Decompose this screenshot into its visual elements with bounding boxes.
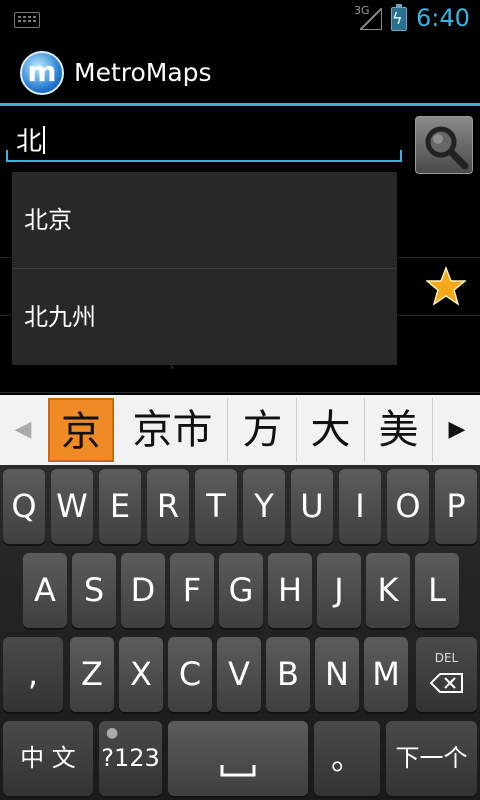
dot-indicator-icon: ● <box>106 725 119 741</box>
keyboard-icon <box>14 12 40 28</box>
input-underline-left-tick <box>6 150 8 162</box>
key-n[interactable]: N <box>315 637 359 712</box>
language-switch-key[interactable]: 中 文 <box>3 721 93 796</box>
search-icon <box>425 126 469 170</box>
charging-icon: ϟ <box>392 9 403 28</box>
key-f[interactable]: F <box>170 553 214 628</box>
key-b[interactable]: B <box>266 637 310 712</box>
key-g[interactable]: G <box>219 553 263 628</box>
key-x[interactable]: X <box>119 637 163 712</box>
key-y[interactable]: Y <box>243 469 285 544</box>
key-m[interactable]: M <box>364 637 408 712</box>
next-key[interactable]: 下一个 <box>386 721 477 796</box>
key-e[interactable]: E <box>99 469 141 544</box>
signal-icon <box>360 8 382 30</box>
action-bar <box>0 38 480 106</box>
candidate[interactable]: 方 <box>229 398 297 462</box>
status-bar <box>0 0 480 38</box>
candidate[interactable]: 大 <box>297 398 365 462</box>
key-u[interactable]: U <box>291 469 333 544</box>
key-j[interactable]: J <box>317 553 361 628</box>
candidate-selected[interactable]: 京 <box>48 398 114 462</box>
key-h[interactable]: H <box>268 553 312 628</box>
delete-key[interactable]: DEL <box>416 637 477 712</box>
autocomplete-dropdown: 北京 北九州 <box>12 172 397 365</box>
candidate[interactable]: 美 <box>365 398 433 462</box>
key-o[interactable]: O <box>387 469 429 544</box>
suggestion-item[interactable]: 北京 <box>12 172 397 268</box>
candidate-scroll-right-icon[interactable]: ▶ <box>434 398 480 462</box>
app-logo-letter: m <box>27 55 57 88</box>
key-q[interactable]: Q <box>3 469 45 544</box>
key-i[interactable]: I <box>339 469 381 544</box>
backspace-icon <box>430 673 463 693</box>
candidate[interactable]: 京市 <box>118 398 228 462</box>
key-c[interactable]: C <box>168 637 212 712</box>
key-l[interactable]: L <box>415 553 459 628</box>
key-t[interactable]: T <box>195 469 237 544</box>
key-r[interactable]: R <box>147 469 189 544</box>
symbols-key[interactable]: ● ?123 <box>99 721 162 796</box>
favorite-star-icon[interactable] <box>426 266 466 306</box>
space-key[interactable] <box>168 721 308 796</box>
key-s[interactable]: S <box>72 553 116 628</box>
key-v[interactable]: V <box>217 637 261 712</box>
clock: 6:40 <box>416 4 470 32</box>
space-icon <box>220 765 256 777</box>
key-a[interactable]: A <box>23 553 67 628</box>
key-k[interactable]: K <box>366 553 410 628</box>
suggestion-item[interactable]: 北九州 <box>12 269 397 365</box>
text-caret <box>43 126 45 154</box>
key-p[interactable]: P <box>435 469 477 544</box>
key-w[interactable]: W <box>51 469 93 544</box>
search-input[interactable] <box>6 118 402 162</box>
input-underline-right-tick <box>400 150 402 162</box>
period-key[interactable]: 。 <box>314 721 380 796</box>
list-divider <box>0 392 480 393</box>
app-title: MetroMaps <box>74 58 212 87</box>
key-d[interactable]: D <box>121 553 165 628</box>
candidate-scroll-left-icon[interactable]: ◀ <box>0 398 46 462</box>
key-comma[interactable]: , <box>3 637 63 712</box>
